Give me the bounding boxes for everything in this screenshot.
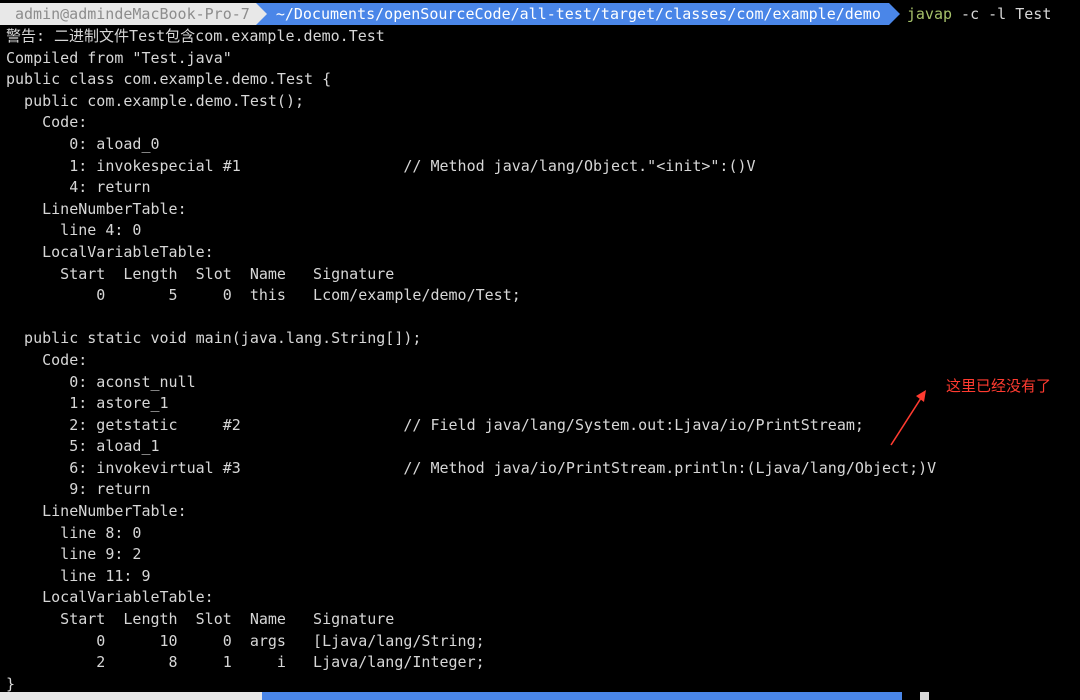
output-line: line 9: 2 — [6, 545, 142, 564]
command-output: 警告: 二进制文件Test包含com.example.demo.Test Comp… — [6, 26, 936, 695]
cursor-block — [920, 692, 929, 700]
output-line: public com.example.demo.Test(); — [6, 91, 305, 110]
next-prompt-bar — [0, 692, 1080, 700]
output-line: LocalVariableTable: — [6, 242, 214, 261]
output-line: 2: getstatic #2 // Field java/lang/Syste… — [6, 415, 864, 434]
annotation-label: 这里已经没有了 — [946, 377, 1052, 395]
output-line: 2 8 1 i Ljava/lang/Integer; — [6, 653, 485, 672]
output-line: 0: aload_0 — [6, 134, 160, 153]
output-line: LineNumberTable: — [6, 502, 187, 521]
output-line: line 4: 0 — [6, 221, 142, 240]
output-line: Code: — [6, 113, 88, 132]
output-line: 9: return — [6, 480, 151, 499]
output-line: 1: invokespecial #1 // Method java/lang/… — [6, 156, 756, 175]
output-line: 6: invokevirtual #3 // Method java/io/Pr… — [6, 458, 937, 477]
output-line: 1: astore_1 — [6, 394, 169, 413]
output-line: Code: — [6, 350, 88, 369]
command-name: javap — [906, 5, 953, 23]
output-line: 4: return — [6, 178, 151, 197]
output-line: Start Length Slot Name Signature — [6, 264, 395, 283]
prompt-path: ~/Documents/openSourceCode/all-test/targ… — [255, 3, 900, 25]
output-line: 0 10 0 args [Ljava/lang/String; — [6, 631, 485, 650]
output-line: 5: aload_1 — [6, 437, 160, 456]
output-line: Compiled from "Test.java" — [6, 48, 232, 67]
output-line: Start Length Slot Name Signature — [6, 610, 395, 629]
output-line: public class com.example.demo.Test { — [6, 70, 332, 89]
output-line: line 8: 0 — [6, 523, 142, 542]
terminal-window[interactable]: admin@admindeMacBook-Pro-7 ~/Documents/o… — [0, 0, 1080, 700]
next-prompt-path-segment — [262, 692, 902, 700]
next-prompt-user-segment — [0, 692, 262, 700]
output-line: LocalVariableTable: — [6, 588, 214, 607]
output-line: LineNumberTable: — [6, 199, 187, 218]
prompt-user-host: admin@admindeMacBook-Pro-7 — [0, 3, 267, 25]
annotation-arrow-icon — [890, 390, 926, 446]
prompt-command: javap -c -l Test — [889, 3, 1052, 25]
output-line: public static void main(java.lang.String… — [6, 329, 422, 348]
output-line: 警告: 二进制文件Test包含com.example.demo.Test — [6, 27, 385, 45]
command-args: -c -l Test — [952, 5, 1052, 23]
shell-prompt: admin@admindeMacBook-Pro-7 ~/Documents/o… — [0, 3, 1080, 25]
output-line: 0 5 0 this Lcom/example/demo/Test; — [6, 286, 521, 305]
output-line: 0: aconst_null — [6, 372, 196, 391]
output-line: line 11: 9 — [6, 566, 151, 585]
